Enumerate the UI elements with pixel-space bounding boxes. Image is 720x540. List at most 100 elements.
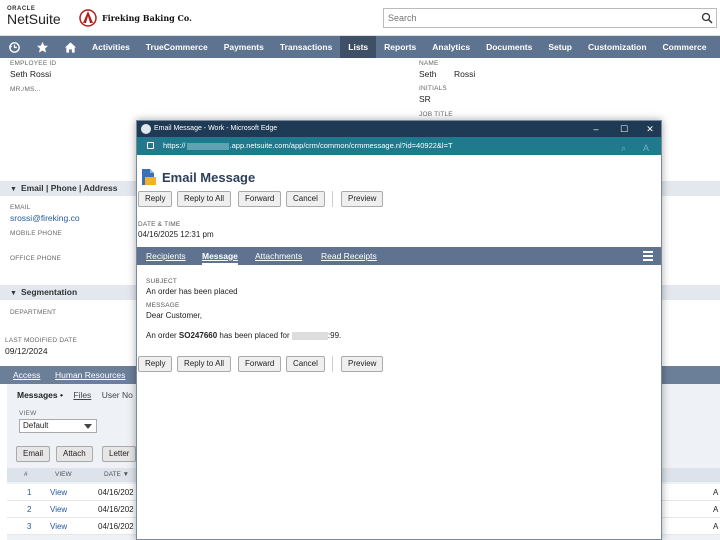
home-icon bbox=[64, 41, 76, 53]
department-label: DEPARTMENT bbox=[10, 309, 57, 316]
view-select-value: Default bbox=[23, 421, 49, 430]
section-title: Email | Phone | Address bbox=[20, 183, 118, 193]
view-label: VIEW bbox=[19, 410, 37, 417]
nav-analytics[interactable]: Analytics bbox=[424, 36, 478, 58]
last-modified-label: LAST MODIFIED DATE bbox=[5, 337, 77, 344]
search-input[interactable] bbox=[384, 9, 684, 27]
nav-transactions[interactable]: Transactions bbox=[272, 36, 340, 58]
row-view-link[interactable]: View bbox=[50, 518, 67, 535]
nav-documents[interactable]: Documents bbox=[478, 36, 540, 58]
close-icon[interactable]: ✕ bbox=[637, 121, 663, 137]
reply-button[interactable]: Reply bbox=[138, 191, 173, 207]
nav-setup[interactable]: Setup bbox=[540, 36, 580, 58]
tab-files[interactable]: Files bbox=[73, 390, 91, 400]
zoom-icon[interactable]: ⌕ bbox=[621, 139, 626, 157]
last-modified-value: 09/12/2024 bbox=[5, 346, 48, 356]
netsuite-brand: NetSuite bbox=[7, 11, 61, 27]
preview-button-bottom[interactable]: Preview bbox=[341, 356, 384, 372]
message-tabs: Recipients Message Attachments Read Rece… bbox=[137, 247, 661, 265]
row-tail: A bbox=[713, 505, 719, 514]
employee-id-label: EMPLOYEE ID bbox=[10, 60, 57, 67]
subtab-human-resources[interactable]: Human Resources bbox=[55, 366, 125, 384]
email-message-heading: Email Message bbox=[140, 168, 255, 186]
recent-records-button[interactable] bbox=[0, 36, 28, 58]
history-icon bbox=[8, 41, 20, 53]
name-label: NAME bbox=[419, 60, 439, 67]
row-tail: A bbox=[713, 488, 719, 497]
col-view: VIEW bbox=[55, 471, 72, 478]
tab-messages[interactable]: Messages • bbox=[17, 390, 63, 400]
tab-user-notes[interactable]: User No bbox=[102, 390, 133, 400]
toolbar-divider bbox=[332, 356, 333, 372]
nav-commerce[interactable]: Commerce bbox=[655, 36, 715, 58]
shortcuts-button[interactable] bbox=[28, 36, 56, 58]
tab-read-receipts[interactable]: Read Receipts bbox=[321, 247, 377, 265]
email-button[interactable]: Email bbox=[16, 446, 51, 462]
row-date: 04/16/202 bbox=[98, 505, 134, 514]
row-view-link[interactable]: View bbox=[50, 484, 67, 501]
window-title-bar[interactable]: Email Message - Work - Microsoft Edge – … bbox=[137, 121, 661, 137]
job-title-label: JOB TITLE bbox=[419, 111, 453, 118]
nav-payments[interactable]: Payments bbox=[216, 36, 272, 58]
row-view-link[interactable]: View bbox=[50, 501, 67, 518]
edge-browser-icon bbox=[141, 124, 151, 134]
reply-all-button[interactable]: Reply to All bbox=[177, 191, 232, 207]
row-number: 3 bbox=[27, 522, 32, 531]
tab-message[interactable]: Message bbox=[202, 247, 238, 265]
netsuite-logo[interactable]: ORACLE NetSuite bbox=[7, 6, 61, 26]
company-name: Fireking Baking Co. bbox=[102, 13, 192, 23]
nav-reports[interactable]: Reports bbox=[376, 36, 424, 58]
minimize-icon[interactable]: – bbox=[583, 121, 609, 137]
letter-button[interactable]: Letter bbox=[102, 446, 137, 462]
tab-recipients[interactable]: Recipients bbox=[146, 247, 186, 265]
row-number: 2 bbox=[27, 505, 32, 514]
window-title: Email Message - Work - Microsoft Edge bbox=[154, 125, 278, 132]
forward-button-bottom[interactable]: Forward bbox=[238, 356, 282, 372]
read-aloud-icon[interactable]: A bbox=[643, 139, 649, 157]
email-message-window: Email Message - Work - Microsoft Edge – … bbox=[136, 120, 662, 540]
message-label: MESSAGE bbox=[146, 302, 180, 309]
date-time-label: DATE & TIME bbox=[138, 221, 181, 228]
view-select[interactable]: Default bbox=[19, 419, 97, 433]
cancel-button-bottom[interactable]: Cancel bbox=[286, 356, 325, 372]
reply-button-bottom[interactable]: Reply bbox=[138, 356, 173, 372]
last-name-value: Rossi bbox=[454, 69, 476, 79]
reply-all-button-bottom[interactable]: Reply to All bbox=[177, 356, 232, 372]
nav-activities[interactable]: Activities bbox=[84, 36, 138, 58]
main-nav: Activities TrueCommerce Payments Transac… bbox=[0, 36, 720, 58]
message-greeting: Dear Customer, bbox=[146, 311, 203, 320]
initials-label: INITIALS bbox=[419, 85, 447, 92]
address-bar[interactable]: https://.app.netsuite.com/app/crm/common… bbox=[137, 137, 661, 155]
star-icon bbox=[36, 41, 48, 53]
row-tail: A bbox=[713, 522, 719, 531]
home-button[interactable] bbox=[56, 36, 84, 58]
first-name-value: Seth bbox=[419, 69, 437, 79]
tab-attachments[interactable]: Attachments bbox=[255, 247, 302, 265]
menu-icon[interactable] bbox=[643, 251, 653, 261]
row-date: 04/16/202 bbox=[98, 488, 134, 497]
maximize-icon[interactable]: ☐ bbox=[611, 121, 637, 137]
nav-customization[interactable]: Customization bbox=[580, 36, 655, 58]
email-document-icon bbox=[142, 169, 156, 185]
email-value[interactable]: srossi@fireking.co bbox=[10, 213, 80, 223]
url-text: https://.app.netsuite.com/app/crm/common… bbox=[163, 141, 453, 150]
preview-button[interactable]: Preview bbox=[341, 191, 384, 207]
global-search[interactable] bbox=[383, 8, 717, 28]
office-phone-label: OFFICE PHONE bbox=[10, 255, 62, 262]
email-label: EMAIL bbox=[10, 204, 31, 211]
nav-lists[interactable]: Lists bbox=[340, 36, 377, 58]
mr-ms-label: MR./MS... bbox=[10, 86, 41, 93]
email-message-title: Email Message bbox=[162, 169, 256, 185]
forward-button[interactable]: Forward bbox=[238, 191, 282, 207]
company-logo: Fireking Baking Co. bbox=[77, 8, 192, 28]
search-icon[interactable] bbox=[701, 12, 713, 24]
section-title: Segmentation bbox=[20, 287, 78, 297]
redacted-text bbox=[186, 142, 229, 150]
attach-button[interactable]: Attach bbox=[56, 446, 93, 462]
subtab-access[interactable]: Access bbox=[13, 366, 40, 384]
col-date[interactable]: DATE ▼ bbox=[104, 468, 129, 482]
mobile-phone-label: MOBILE PHONE bbox=[10, 230, 62, 237]
cancel-button[interactable]: Cancel bbox=[286, 191, 325, 207]
initials-value: SR bbox=[419, 94, 431, 104]
nav-truecommerce[interactable]: TrueCommerce bbox=[138, 36, 216, 58]
